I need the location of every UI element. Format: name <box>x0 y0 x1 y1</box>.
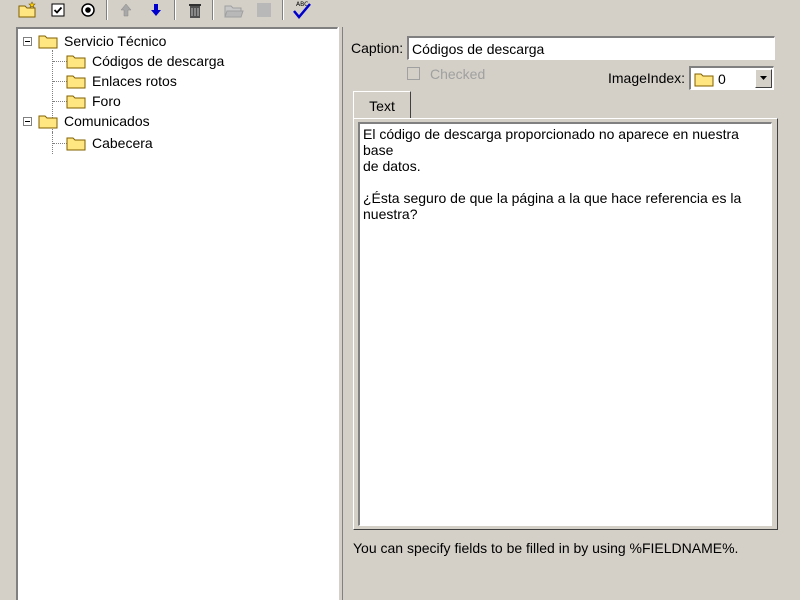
new-folder-icon[interactable] <box>16 0 40 20</box>
text-editor[interactable]: El código de descarga proporcionado no a… <box>358 122 772 526</box>
checked-label: Checked <box>430 66 486 82</box>
tree-node-label: Enlaces rotos <box>92 73 177 89</box>
image-index-label: ImageIndex: <box>608 70 686 86</box>
tree-node-enlaces-rotos[interactable]: Enlaces rotos <box>66 71 177 91</box>
folder-icon <box>66 55 86 69</box>
spellcheck-icon[interactable]: ABC <box>290 0 314 20</box>
folder-icon <box>66 75 86 89</box>
tree-node-label: Foro <box>92 93 121 109</box>
tree-node-comunicados[interactable]: Comunicados <box>23 111 150 131</box>
text-line: El código de descarga proporcionado no a… <box>363 126 739 158</box>
stop-icon[interactable] <box>252 0 276 20</box>
tree-node-foro[interactable]: Foro <box>66 91 121 111</box>
text-line: de datos. <box>363 158 421 174</box>
tree-node-label: Códigos de descarga <box>92 53 225 69</box>
tree-node-label: Comunicados <box>64 113 150 129</box>
caption-label: Caption: <box>351 40 404 56</box>
arrow-down-icon[interactable] <box>144 0 168 20</box>
folder-icon <box>66 95 86 109</box>
tree-node-codigos-de-descarga[interactable]: Códigos de descarga <box>66 51 224 71</box>
trash-icon[interactable] <box>183 0 207 20</box>
caption-input[interactable]: Códigos de descarga <box>407 36 775 60</box>
radio-icon[interactable] <box>76 0 100 20</box>
collapse-icon[interactable] <box>23 36 32 46</box>
toolbar: ABC <box>0 0 800 22</box>
folder-icon <box>66 137 86 151</box>
open-folder-icon[interactable] <box>222 0 246 20</box>
image-index-select[interactable]: 0 <box>689 66 774 90</box>
tab-text[interactable]: Text <box>353 91 411 119</box>
folder-icon <box>38 115 58 129</box>
checkbox-icon[interactable] <box>46 0 70 20</box>
tree-node-servicio-tecnico[interactable]: Servicio Técnico <box>23 31 166 51</box>
folder-icon <box>694 73 714 86</box>
folder-icon <box>38 35 58 49</box>
chevron-down-icon[interactable] <box>755 69 772 88</box>
tree-node-label: Cabecera <box>92 135 153 151</box>
tree-node-cabecera[interactable]: Cabecera <box>66 133 153 153</box>
image-index-value: 0 <box>718 70 726 87</box>
collapse-icon[interactable] <box>23 116 32 126</box>
text-line: ¿Ésta seguro de que la página a la que h… <box>363 190 742 206</box>
text-line: nuestra? <box>363 206 418 222</box>
tree-node-label: Servicio Técnico <box>64 33 167 49</box>
tree-view[interactable]: Servicio Técnico Códigos de descarga Enl… <box>16 27 338 600</box>
checked-checkbox[interactable] <box>407 67 420 80</box>
hint-text: You can specify fields to be filled in b… <box>353 540 739 556</box>
arrow-up-icon[interactable] <box>114 0 138 20</box>
